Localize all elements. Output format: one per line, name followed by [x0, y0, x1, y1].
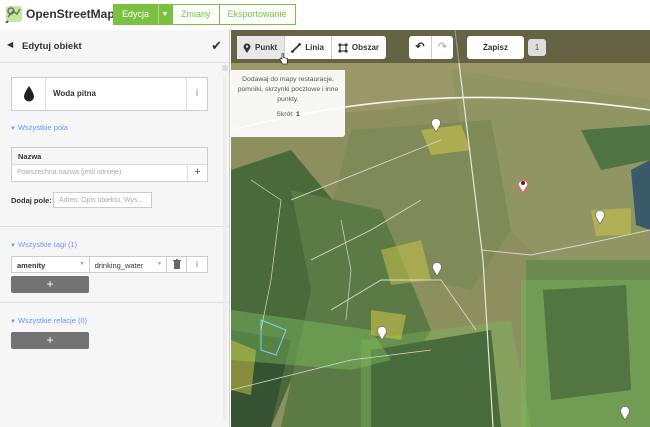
add-line-button[interactable]: Linia [284, 36, 331, 59]
nav-history-button[interactable]: Zmiany [172, 4, 220, 25]
dropdown-arrow-icon: ▼ [157, 261, 163, 267]
preset-icon-box [12, 78, 46, 110]
draw-mode-group: Punkt Linia Obszar [237, 36, 387, 59]
map-marker-icon[interactable] [620, 406, 630, 420]
preset-selector[interactable]: Woda pitna i [11, 77, 208, 111]
add-localized-name-button[interactable]: + [187, 165, 207, 181]
sidebar-title: Edytuj obiekt [22, 41, 82, 52]
add-tag-button[interactable]: + [11, 276, 89, 293]
undo-redo-group: ↶ ↷ [409, 36, 453, 59]
tag-key-input[interactable]: amenity ▼ [12, 257, 90, 272]
expand-triangle-icon: ▼ [10, 319, 16, 325]
map-marker-icon[interactable] [432, 262, 442, 276]
top-bar: OpenStreetMap Edycja ▼ Zmiany Eksportowa… [0, 0, 650, 30]
add-point-button[interactable]: Punkt [237, 36, 285, 59]
water-drop-icon [24, 86, 34, 102]
main-nav: Edycja ▼ Zmiany Eksportowanie [113, 4, 296, 25]
nav-edit-button[interactable]: Edycja [113, 4, 159, 25]
all-fields-toggle[interactable]: ▼ Wszystkie pola [10, 123, 68, 132]
undo-icon[interactable]: ↶ [409, 36, 431, 59]
cursor-hand-icon [279, 53, 288, 65]
save-button[interactable]: Zapisz [467, 36, 524, 59]
redo-icon[interactable]: ↷ [431, 36, 453, 59]
name-field-label: Nazwa [12, 148, 207, 165]
tag-value-input[interactable]: drinking_water ▼ [90, 257, 168, 272]
sidebar: ◀ Edytuj obiekt ✔ Woda pitna i ▼ Wszystki… [0, 30, 230, 427]
point-tooltip: Dodawaj do mapy restauracje, pomniki, sk… [231, 70, 345, 137]
map-marker-icon[interactable] [595, 210, 605, 224]
back-arrow-icon[interactable]: ◀ [7, 40, 13, 49]
add-field-label: Dodaj pole: [11, 196, 52, 205]
name-field: Nazwa Powszechna nazwa (jeśli istnieje) … [11, 147, 208, 182]
edit-dropdown-caret-icon[interactable]: ▼ [158, 4, 173, 25]
osm-logo-icon [5, 6, 22, 23]
tag-row: amenity ▼ drinking_water ▼ i [11, 256, 208, 273]
trash-icon[interactable] [167, 257, 188, 272]
add-area-button[interactable]: Obszar [330, 36, 386, 59]
section-divider [0, 302, 229, 303]
tag-info-icon[interactable]: i [187, 257, 207, 272]
edit-count-badge: 1 [528, 39, 546, 56]
all-relations-toggle[interactable]: ▼ Wszystkie relacje (0) [10, 316, 87, 325]
map-marker-icon[interactable] [377, 326, 387, 340]
sidebar-header: ◀ Edytuj obiekt ✔ [0, 30, 229, 63]
nav-export-button[interactable]: Eksportowanie [219, 4, 296, 25]
area-icon [338, 43, 348, 52]
name-input[interactable]: Powszechna nazwa (jeśli istnieje) [12, 165, 188, 181]
add-field-select[interactable]: Adres, Opis obiektu, Wys... [53, 192, 152, 208]
sidebar-scrollbar[interactable] [222, 65, 228, 425]
selected-marker-icon[interactable] [517, 177, 529, 193]
preset-info-icon[interactable]: i [186, 78, 207, 110]
tooltip-shortcut: Skrót: 1 [276, 111, 300, 118]
map-marker-icon[interactable] [431, 118, 441, 132]
expand-triangle-icon: ▼ [10, 126, 16, 132]
brand-title[interactable]: OpenStreetMap [26, 7, 115, 21]
line-icon [291, 42, 302, 53]
expand-triangle-icon: ▼ [10, 243, 16, 249]
dropdown-arrow-icon: ▼ [79, 261, 85, 267]
preset-name: Woda pitna [53, 89, 96, 98]
close-check-icon[interactable]: ✔ [211, 38, 222, 54]
tooltip-text: Dodawaj do mapy restauracje, pomniki, sk… [237, 76, 339, 103]
add-relation-button[interactable]: + [11, 332, 89, 349]
all-tags-toggle[interactable]: ▼ Wszystkie tagi (1) [10, 240, 77, 249]
section-divider [0, 226, 229, 227]
point-icon [243, 42, 251, 53]
